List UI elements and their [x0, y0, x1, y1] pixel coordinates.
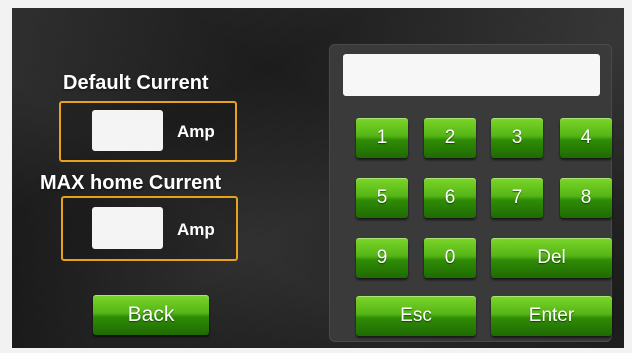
key-4-button[interactable]: 4 [560, 118, 612, 158]
key-6-button[interactable]: 6 [424, 178, 476, 218]
key-8-button[interactable]: 8 [560, 178, 612, 218]
key-0-button[interactable]: 0 [424, 238, 476, 278]
back-button[interactable]: Back [93, 295, 209, 335]
default-current-input[interactable] [92, 110, 163, 151]
keypad-display [343, 54, 600, 96]
key-9-button[interactable]: 9 [356, 238, 408, 278]
max-home-current-input[interactable] [92, 207, 163, 249]
max-home-current-unit: Amp [177, 220, 215, 239]
key-5-button[interactable]: 5 [356, 178, 408, 218]
default-current-label: Default Current [63, 72, 209, 94]
default-current-unit: Amp [177, 122, 215, 141]
key-1-button[interactable]: 1 [356, 118, 408, 158]
max-home-current-label: MAX home Current [40, 172, 222, 194]
escape-button[interactable]: Esc [356, 296, 476, 336]
key-2-button[interactable]: 2 [424, 118, 476, 158]
delete-button[interactable]: Del [491, 238, 612, 278]
key-7-button[interactable]: 7 [491, 178, 543, 218]
key-3-button[interactable]: 3 [491, 118, 543, 158]
enter-button[interactable]: Enter [491, 296, 612, 336]
